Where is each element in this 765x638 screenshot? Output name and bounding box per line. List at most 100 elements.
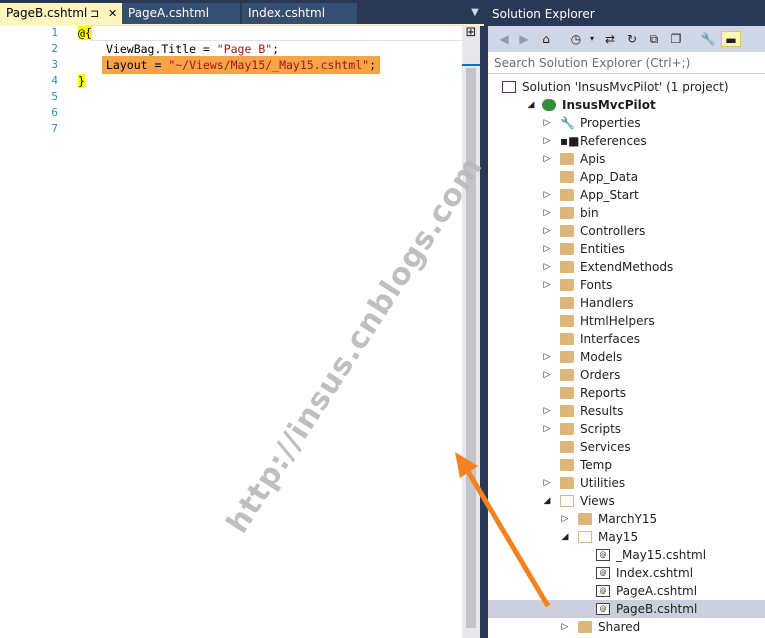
collapse-arrow-icon[interactable]: ◢ bbox=[526, 96, 536, 114]
tree-item[interactable]: Solution 'InsusMvcPilot' (1 project) bbox=[488, 78, 765, 96]
folder-icon bbox=[560, 279, 574, 291]
tree-item[interactable]: @ PageA.cshtml bbox=[488, 582, 765, 600]
expand-arrow-icon[interactable]: ▷ bbox=[560, 618, 570, 636]
sync-icon[interactable]: ⇄ bbox=[602, 31, 618, 47]
tree-item[interactable]: ▷ MarchY15 bbox=[488, 510, 765, 528]
tree-item-label: Views bbox=[580, 494, 615, 508]
folder-icon bbox=[578, 621, 592, 633]
collapse-all-icon[interactable]: ⧉ bbox=[646, 31, 662, 47]
expand-arrow-icon[interactable]: ▷ bbox=[542, 348, 552, 366]
dropdown-icon[interactable]: ▾ bbox=[584, 31, 600, 47]
solution-explorer-search-input[interactable]: Search Solution Explorer (Ctrl+;) bbox=[488, 52, 765, 74]
code-string: "~/Views/May15/_May15.cshtml" bbox=[168, 58, 370, 72]
tab-pageb[interactable]: PageB.cshtml ⊐ ✕ bbox=[0, 3, 122, 24]
tree-item[interactable]: ◢ Views bbox=[488, 492, 765, 510]
expand-arrow-icon[interactable]: ▷ bbox=[542, 402, 552, 420]
tree-item[interactable]: ▷ Orders bbox=[488, 366, 765, 384]
show-all-files-icon[interactable]: ❐ bbox=[668, 31, 684, 47]
tree-item-label: Properties bbox=[580, 116, 641, 130]
expand-arrow-icon[interactable]: ▷ bbox=[542, 114, 552, 132]
tree-item[interactable]: ◢ May15 bbox=[488, 528, 765, 546]
expand-arrow-icon[interactable]: ▷ bbox=[542, 150, 552, 168]
tree-item-label: Interfaces bbox=[580, 332, 640, 346]
collapse-arrow-icon[interactable]: ◢ bbox=[542, 492, 552, 510]
razor-file-icon: @ bbox=[596, 567, 610, 579]
back-icon[interactable]: ◀ bbox=[496, 31, 512, 47]
tree-item-label: App_Start bbox=[580, 188, 639, 202]
tab-index[interactable]: Index.cshtml bbox=[242, 3, 357, 24]
pin-icon[interactable]: ⊐ bbox=[90, 3, 99, 24]
tree-item[interactable]: @ PageB.cshtml bbox=[488, 600, 765, 618]
tree-item-label: Apis bbox=[580, 152, 606, 166]
tab-pagea[interactable]: PageA.cshtml bbox=[122, 3, 240, 24]
preview-icon[interactable]: ▬ bbox=[721, 31, 741, 47]
expand-arrow-icon[interactable]: ▷ bbox=[542, 222, 552, 240]
tree-item-label: Controllers bbox=[580, 224, 646, 238]
properties-wrench-icon[interactable]: 🔧 bbox=[700, 31, 716, 47]
tree-item[interactable]: Temp bbox=[488, 456, 765, 474]
razor-file-icon: @ bbox=[596, 585, 610, 597]
expand-arrow-icon[interactable]: ▷ bbox=[542, 204, 552, 222]
tree-item[interactable]: ▷ Fonts bbox=[488, 276, 765, 294]
current-line-indicator bbox=[90, 25, 464, 41]
history-icon[interactable]: ◷ bbox=[568, 31, 584, 47]
tree-item[interactable]: ▷ Shared bbox=[488, 618, 765, 636]
expand-arrow-icon[interactable]: ▷ bbox=[542, 276, 552, 294]
expand-arrow-icon[interactable]: ▷ bbox=[542, 366, 552, 384]
code-token: Layout = bbox=[106, 58, 169, 72]
folder-icon bbox=[560, 369, 574, 381]
tree-item[interactable]: ◢ InsusMvcPilot bbox=[488, 96, 765, 114]
split-window-icon[interactable]: ⊞ bbox=[462, 26, 480, 40]
tree-item[interactable]: Reports bbox=[488, 384, 765, 402]
refresh-icon[interactable]: ↻ bbox=[624, 31, 640, 47]
tree-item[interactable]: ▷ Entities bbox=[488, 240, 765, 258]
expand-arrow-icon[interactable]: ▷ bbox=[542, 420, 552, 438]
folder-icon bbox=[560, 441, 574, 453]
tree-item[interactable]: @ Index.cshtml bbox=[488, 564, 765, 582]
close-icon[interactable]: ✕ bbox=[108, 3, 117, 24]
scrollbar-thumb[interactable] bbox=[466, 68, 476, 628]
tree-item[interactable]: ▷ bin bbox=[488, 204, 765, 222]
document-tab-strip: PageB.cshtml ⊐ ✕ PageA.cshtml Index.csht… bbox=[0, 3, 484, 24]
tree-item[interactable]: ▷ App_Start bbox=[488, 186, 765, 204]
tree-item[interactable]: ▷ Controllers bbox=[488, 222, 765, 240]
tree-item[interactable]: ▷ Apis bbox=[488, 150, 765, 168]
tree-item-label: PageB.cshtml bbox=[616, 602, 698, 616]
code-line-3: Layout = "~/Views/May15/_May15.cshtml"; bbox=[102, 56, 381, 74]
line-number: 6 bbox=[51, 106, 58, 119]
tree-item[interactable]: ▷ Scripts bbox=[488, 420, 765, 438]
tree-item[interactable]: ▷ Results bbox=[488, 402, 765, 420]
expand-arrow-icon[interactable]: ▷ bbox=[542, 258, 552, 276]
expand-arrow-icon[interactable]: ▷ bbox=[542, 474, 552, 492]
tree-item-label: _May15.cshtml bbox=[616, 548, 707, 562]
tree-item[interactable]: HtmlHelpers bbox=[488, 312, 765, 330]
folder-icon bbox=[560, 297, 574, 309]
expand-arrow-icon[interactable]: ▷ bbox=[560, 510, 570, 528]
expand-arrow-icon[interactable]: ▷ bbox=[542, 240, 552, 258]
tree-item[interactable]: ▷ Models bbox=[488, 348, 765, 366]
tree-item-label: MarchY15 bbox=[598, 512, 658, 526]
home-icon[interactable]: ⌂ bbox=[538, 31, 554, 47]
collapse-arrow-icon[interactable]: ◢ bbox=[560, 528, 570, 546]
tree-item[interactable]: App_Data bbox=[488, 168, 765, 186]
tree-item[interactable]: Interfaces bbox=[488, 330, 765, 348]
folder-icon bbox=[560, 387, 574, 399]
tree-item[interactable]: ▷ ▪■ References bbox=[488, 132, 765, 150]
tab-overflow-dropdown-icon[interactable]: ▼ bbox=[468, 7, 482, 21]
tree-item[interactable]: Services bbox=[488, 438, 765, 456]
web-project-icon bbox=[542, 99, 556, 111]
line-number: 4 bbox=[51, 74, 58, 87]
tree-item[interactable]: Handlers bbox=[488, 294, 765, 312]
vertical-scrollbar[interactable]: ⊞ bbox=[462, 26, 480, 638]
forward-icon[interactable]: ▶ bbox=[516, 31, 532, 47]
tree-item[interactable]: ▷ Utilities bbox=[488, 474, 765, 492]
tree-item-label: Solution 'InsusMvcPilot' (1 project) bbox=[522, 80, 729, 94]
expand-arrow-icon[interactable]: ▷ bbox=[542, 132, 552, 150]
tree-item[interactable]: ▷ 🔧 Properties bbox=[488, 114, 765, 132]
tree-item[interactable]: @ _May15.cshtml bbox=[488, 546, 765, 564]
tree-item-label: Entities bbox=[580, 242, 625, 256]
expand-arrow-icon[interactable]: ▷ bbox=[542, 186, 552, 204]
tree-item[interactable]: ▷ ExtendMethods bbox=[488, 258, 765, 276]
code-editor[interactable]: 1 2 3 4 5 6 7 @{ ViewBag.Title = "Page B… bbox=[0, 25, 480, 638]
tab-label: Index.cshtml bbox=[248, 6, 326, 20]
